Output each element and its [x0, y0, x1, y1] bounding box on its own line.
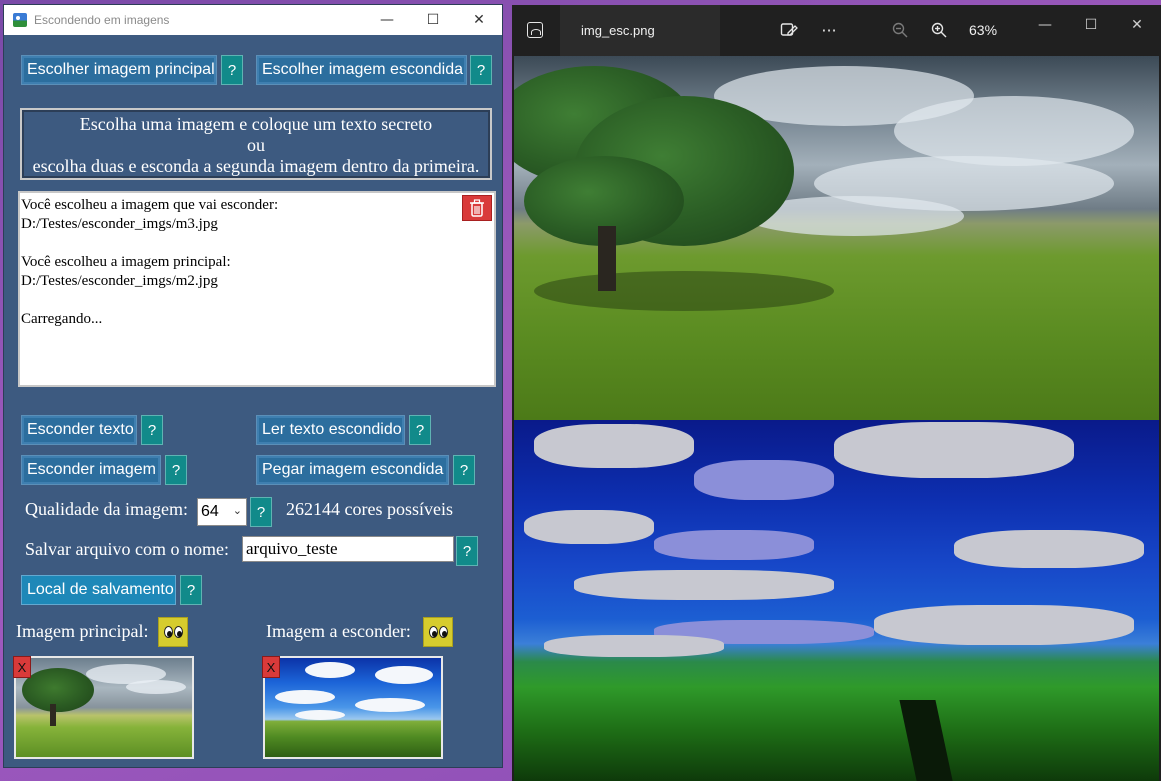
- eyes-icon: [173, 626, 183, 638]
- hide-image-thumbnail: [263, 656, 443, 759]
- hide-image-button[interactable]: Esconder imagem: [21, 455, 161, 485]
- viewer-maximize-button[interactable]: ☐: [1068, 13, 1114, 37]
- remove-main-image-button[interactable]: X: [13, 656, 31, 678]
- help-button-read-text[interactable]: ?: [409, 415, 431, 445]
- instructions-panel: Escolha uma imagem e coloque um texto se…: [20, 108, 492, 180]
- app-window: Escondendo em imagens — ☐ ✕ Escolher ima…: [3, 4, 503, 768]
- maximize-button[interactable]: ☐: [410, 5, 456, 35]
- choose-hidden-image-button[interactable]: Escolher imagem escondida: [256, 55, 467, 85]
- viewer-close-button[interactable]: ✕: [1114, 13, 1160, 37]
- eyes-icon: [438, 626, 448, 638]
- chevron-down-icon: ⌄: [232, 504, 242, 517]
- eyes-icon: [163, 626, 173, 638]
- view-main-image-button[interactable]: [158, 617, 188, 647]
- help-button-hide-image[interactable]: ?: [165, 455, 187, 485]
- zoom-in-icon[interactable]: [928, 18, 950, 42]
- app-titlebar: Escondendo em imagens — ☐ ✕: [4, 5, 502, 35]
- help-button-quality[interactable]: ?: [250, 497, 272, 527]
- colors-info: 262144 cores possíveis: [286, 499, 453, 519]
- view-hide-image-button[interactable]: [423, 617, 453, 647]
- viewer-image[interactable]: [514, 56, 1159, 781]
- main-image-label: Imagem principal:: [16, 621, 149, 641]
- remove-hide-image-button[interactable]: X: [262, 656, 280, 678]
- quality-select[interactable]: 64 ⌄: [197, 498, 247, 526]
- quality-label: Qualidade da imagem:: [25, 499, 188, 519]
- gallery-icon[interactable]: [527, 22, 543, 38]
- log-textarea[interactable]: Você escolheu a imagem que vai esconder:…: [18, 191, 496, 387]
- hide-image-label: Imagem a esconder:: [266, 621, 411, 641]
- read-hidden-text-button[interactable]: Ler texto escondido: [256, 415, 405, 445]
- hide-text-button[interactable]: Esconder texto: [21, 415, 137, 445]
- get-hidden-image-button[interactable]: Pegar imagem escondida: [256, 455, 449, 485]
- edit-image-icon[interactable]: [778, 18, 800, 42]
- main-image-thumbnail: [14, 656, 194, 759]
- choose-main-image-button[interactable]: Escolher imagem principal: [21, 55, 217, 85]
- instructions-line-1: Escolha uma imagem e coloque um texto se…: [79, 114, 433, 134]
- help-button-choose-main[interactable]: ?: [221, 55, 243, 85]
- eyes-icon: [428, 626, 438, 638]
- minimize-button[interactable]: —: [364, 5, 410, 35]
- image-bottom-sky-scene: [514, 420, 1159, 781]
- zoom-out-icon[interactable]: [889, 18, 911, 42]
- instructions-line-2: ou: [247, 135, 265, 155]
- app-title: Escondendo em imagens: [34, 13, 170, 27]
- app-image-icon: [13, 13, 27, 27]
- close-button[interactable]: ✕: [456, 5, 502, 35]
- save-name-label: Salvar arquivo com o nome:: [25, 539, 229, 559]
- help-button-hide-text[interactable]: ?: [141, 415, 163, 445]
- more-icon[interactable]: ···: [816, 18, 842, 42]
- image-top-tree-scene: [514, 56, 1159, 420]
- save-location-button[interactable]: Local de salvamento: [21, 575, 176, 605]
- viewer-filename: img_esc.png: [581, 23, 655, 38]
- viewer-toolbar: img_esc.png ··· 63% — ☐ ✕: [512, 5, 1161, 56]
- help-button-choose-hidden[interactable]: ?: [470, 55, 492, 85]
- clear-log-button[interactable]: [462, 195, 492, 221]
- zoom-level[interactable]: 63%: [969, 22, 997, 38]
- help-button-save-location[interactable]: ?: [180, 575, 202, 605]
- photo-viewer-window: img_esc.png ··· 63% — ☐ ✕: [512, 5, 1161, 781]
- help-button-get-image[interactable]: ?: [453, 455, 475, 485]
- viewer-tab[interactable]: img_esc.png: [560, 5, 720, 56]
- trash-icon: [470, 199, 484, 217]
- save-name-input[interactable]: arquivo_teste: [242, 536, 454, 562]
- viewer-minimize-button[interactable]: —: [1022, 13, 1068, 37]
- quality-selected-value: 64: [201, 503, 219, 520]
- instructions-line-3: escolha duas e esconda a segunda imagem …: [32, 156, 480, 176]
- help-button-save-name[interactable]: ?: [456, 536, 478, 566]
